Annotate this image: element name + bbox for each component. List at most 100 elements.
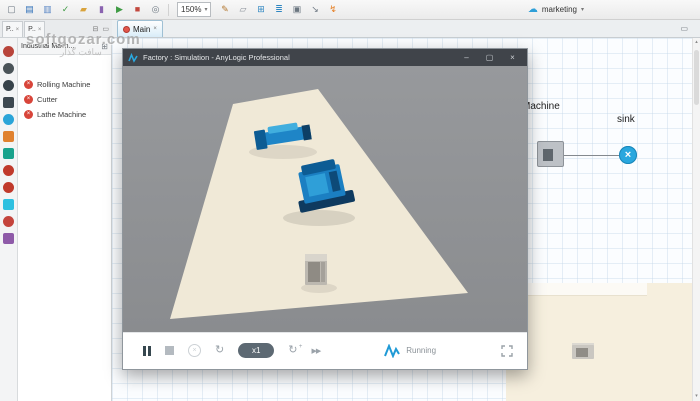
palette-section-header[interactable]: Industrial Mach... ⊞ (18, 38, 111, 55)
status-area: Running (384, 344, 436, 358)
flash-icon[interactable]: ↯ (325, 2, 340, 17)
agent-icon[interactable] (3, 63, 14, 74)
vertical-scrollbar[interactable]: ▴ ▾ (692, 38, 700, 401)
process-modeling-library-icon[interactable] (3, 165, 14, 176)
stop-icon[interactable]: ■ (130, 2, 145, 17)
toolbar-separator (168, 4, 169, 16)
pedestrian-library-icon[interactable] (3, 80, 14, 91)
agent-main-icon (123, 26, 130, 33)
machine-3d-object[interactable] (572, 343, 594, 359)
minimize-button[interactable]: – (457, 51, 476, 64)
save-all-icon[interactable]: ▥ (40, 2, 55, 17)
tab-label: Main (133, 25, 150, 34)
anylogic-logo-icon (128, 53, 139, 63)
speed-up-icon[interactable]: ↻ + (288, 345, 297, 356)
agent-type-icon: × (24, 80, 33, 89)
arrow-icon[interactable]: ↘ (307, 2, 322, 17)
collapse-panel-icon[interactable]: ⊟ (93, 25, 99, 33)
sink-icon[interactable]: × (619, 146, 637, 164)
run-icon[interactable]: ▶ (112, 2, 127, 17)
anylogic-app-window: ▢▤▥✓▰▮▶■◎ 150% ▾ ✎▱⊞≣▣↘↯ ☁ marketing ▾ P… (0, 0, 700, 401)
tab-main[interactable]: Main × (117, 20, 163, 37)
sink-label: sink (617, 114, 635, 125)
chevron-down-icon[interactable]: ▾ (204, 6, 207, 13)
palette-item[interactable]: × Lathe Machine (18, 109, 111, 120)
restart-icon[interactable]: ↻ (215, 345, 224, 356)
validate-icon[interactable]: ✓ (58, 2, 73, 17)
search-icon[interactable]: ◎ (148, 2, 163, 17)
editor-tabbar: Main × ▭ (112, 20, 700, 38)
grid-icon[interactable]: ⊞ (253, 2, 268, 17)
palette-item-label: Lathe Machine (37, 110, 86, 119)
terminate-button[interactable]: × (188, 344, 201, 357)
controls-icon[interactable] (3, 233, 14, 244)
close-icon[interactable]: × (16, 27, 20, 33)
agent-type-icon: × (24, 110, 33, 119)
rail-library-icon[interactable] (3, 148, 14, 159)
restore-editor-icon[interactable]: ▭ (680, 24, 688, 33)
toolbar-mid-group: ✎▱⊞≣▣↘↯ (217, 2, 340, 17)
pause-button[interactable] (143, 346, 151, 356)
speed-button[interactable]: x1 (238, 343, 274, 358)
fluid-library-icon[interactable] (3, 114, 14, 125)
palette-panel: Industrial Mach... ⊞ × Rolling Machine × Cu… (18, 38, 112, 401)
scroll-down-icon[interactable]: ▾ (693, 392, 700, 401)
3d-scene (123, 66, 525, 332)
agent-type-icon: × (24, 95, 33, 104)
save-icon[interactable]: ▤ (22, 2, 37, 17)
chevron-down-icon[interactable]: ▾ (581, 6, 584, 13)
zoom-value: 150% (181, 5, 201, 14)
palette-section-label: Industrial Mach... (21, 43, 74, 50)
tab-palette[interactable]: P.. × (2, 21, 23, 37)
layers-icon[interactable]: ▣ (289, 2, 304, 17)
scrollbar-thumb[interactable] (694, 50, 699, 105)
tab-label: P.. (6, 26, 14, 33)
palette-item-label: Cutter (37, 95, 57, 104)
fast-forward-icon[interactable]: ▶▶ (311, 347, 320, 355)
cutter-machine-3d (305, 254, 327, 285)
simulation-control-bar: × ↻ x1 ↻ + ▶▶ Running (123, 332, 527, 368)
eraser-icon[interactable]: ▱ (235, 2, 250, 17)
system-dynamics-icon[interactable] (3, 182, 14, 193)
palette-item-list: × Rolling Machine × Cutter × Lathe Machine (18, 55, 111, 120)
palette-item[interactable]: × Cutter (18, 94, 111, 105)
object-front (576, 348, 588, 357)
chart-icon[interactable]: ▮ (94, 2, 109, 17)
pencil-icon[interactable]: ✎ (217, 2, 232, 17)
road-traffic-library-icon[interactable] (3, 97, 14, 108)
window-title: Factory : Simulation - AnyLogic Professi… (143, 53, 453, 62)
close-button[interactable]: × (503, 51, 522, 64)
machine-block[interactable] (537, 141, 564, 167)
maximize-button[interactable]: ▢ (480, 51, 499, 64)
presentation-icon[interactable] (3, 199, 14, 210)
side-panel-tabbar: P.. × P.. × ⊟ ▭ (0, 20, 112, 38)
account-area: ☁ marketing ▾ (528, 4, 584, 15)
status-label: Running (406, 346, 436, 355)
palette-item[interactable]: × Rolling Machine (18, 79, 111, 90)
zoom-control[interactable]: 150% ▾ (177, 2, 211, 17)
tab-projects[interactable]: P.. × (24, 21, 45, 37)
grid-view-icon[interactable]: ⊞ (101, 42, 108, 51)
palette-item-label: Rolling Machine (37, 80, 90, 89)
connector-line (564, 155, 620, 156)
scroll-up-icon[interactable]: ▴ (693, 38, 700, 47)
material-handling-library-icon[interactable] (3, 131, 14, 142)
close-icon[interactable]: × (38, 27, 42, 33)
tab-label: P.. (28, 26, 36, 33)
palette-category-strip (0, 38, 18, 401)
analysis-icon[interactable] (3, 216, 14, 227)
folder-icon[interactable]: ▰ (76, 2, 91, 17)
minimize-panel-icon[interactable]: ▭ (102, 25, 109, 33)
simulation-window[interactable]: Factory : Simulation - AnyLogic Professi… (122, 48, 528, 370)
window-icon[interactable]: ▢ (4, 2, 19, 17)
stop-button[interactable] (165, 346, 174, 355)
simulation-titlebar[interactable]: Factory : Simulation - AnyLogic Professi… (123, 49, 527, 66)
3d-viewport[interactable] (123, 66, 527, 332)
floor-markup-area[interactable] (506, 283, 700, 401)
close-icon[interactable]: × (153, 26, 157, 32)
profile-dropdown[interactable]: marketing (542, 5, 577, 14)
align-icon[interactable]: ≣ (271, 2, 286, 17)
projects-icon[interactable] (3, 46, 14, 57)
fullscreen-icon[interactable] (501, 345, 513, 357)
anylogic-logo-icon (384, 344, 400, 358)
